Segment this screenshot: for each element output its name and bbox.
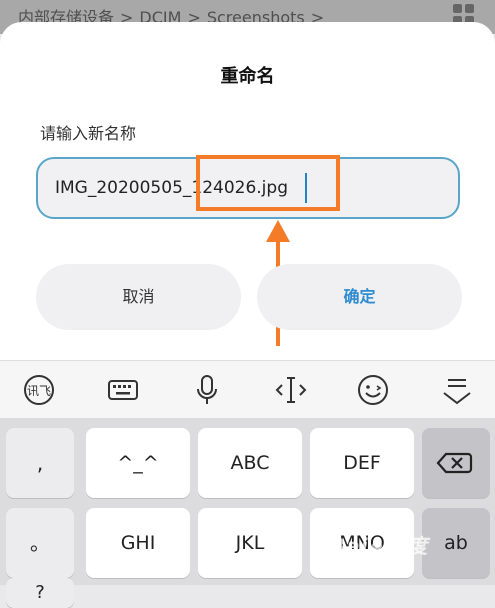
input-label: 请输入新名称 xyxy=(40,124,137,143)
t9-keyboard: , 。 ? ^_^ ABC DEF GHI JKL MNO ab xyxy=(0,418,495,608)
dialog-title: 重命名 xyxy=(220,66,275,87)
key-abc[interactable]: ABC xyxy=(198,428,302,498)
key-question[interactable]: ? xyxy=(6,578,74,608)
rename-dialog: 重命名 请输入新名称 IMG_20200505_124026.jpg 取消 确定 xyxy=(0,22,495,360)
key-ab[interactable]: ab xyxy=(422,508,490,578)
cancel-button[interactable]: 取消 xyxy=(36,264,241,330)
backspace-icon xyxy=(436,452,473,474)
key-emoticon[interactable]: ^_^ xyxy=(86,428,190,498)
key-label: GHI xyxy=(120,532,156,554)
key-label: ^_^ xyxy=(117,452,159,474)
microphone-icon[interactable] xyxy=(190,373,224,407)
key-label: 。 xyxy=(30,531,50,555)
key-label: ? xyxy=(35,582,45,603)
key-label: , xyxy=(36,451,44,475)
confirm-button[interactable]: 确定 xyxy=(257,264,462,330)
emoji-icon[interactable] xyxy=(356,373,390,407)
key-comma[interactable]: , xyxy=(6,428,74,498)
key-def[interactable]: DEF xyxy=(310,428,414,498)
cursor-move-icon[interactable] xyxy=(274,373,308,407)
key-label: JKL xyxy=(235,532,265,554)
collapse-keyboard-icon[interactable] xyxy=(440,373,474,407)
backspace-key[interactable] xyxy=(422,428,490,498)
key-label: ab xyxy=(444,532,468,554)
key-ghi[interactable]: GHI xyxy=(86,508,190,578)
keyboard-toolbar: 讯飞 xyxy=(0,360,495,419)
key-jkl[interactable]: JKL xyxy=(198,508,302,578)
voice-input-logo-icon[interactable]: 讯飞 xyxy=(22,373,56,407)
key-period[interactable]: 。 xyxy=(6,508,74,578)
svg-text:讯飞: 讯飞 xyxy=(27,384,51,398)
annotation-highlight-box xyxy=(196,155,340,211)
watermark-logo: Bai⚭百度 xyxy=(330,534,429,558)
key-label: DEF xyxy=(343,452,381,474)
keyboard-icon[interactable] xyxy=(106,373,140,407)
key-label: ABC xyxy=(230,452,270,474)
